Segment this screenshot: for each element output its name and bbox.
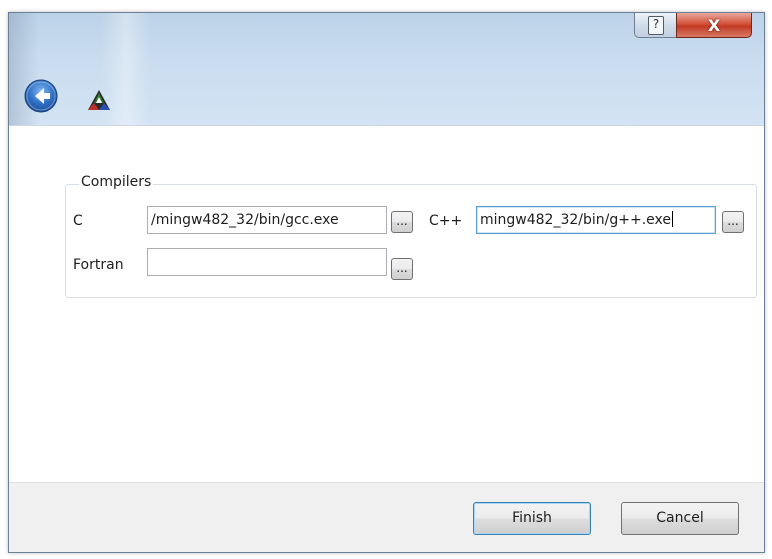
fortran-browse-button[interactable]: ... (391, 258, 413, 280)
c-label: C (73, 213, 83, 229)
wizard-page: Compilers C /mingw482_32/bin/gcc.exe ...… (9, 125, 764, 483)
help-icon: ? (648, 15, 664, 35)
fortran-compiler-field[interactable] (147, 248, 387, 276)
c-browse-button[interactable]: ... (391, 211, 413, 233)
wizard-window: ? X Compilers C /mingw482_32/bin/gcc.exe… (8, 12, 765, 553)
cpp-compiler-value: mingw482_32/bin/g++.exe (480, 212, 671, 228)
text-cursor (672, 211, 673, 227)
wizard-footer: Finish Cancel (9, 482, 764, 552)
app-logo-icon (88, 90, 110, 110)
cpp-label: C++ (429, 213, 463, 229)
cpp-browse-button[interactable]: ... (722, 211, 744, 233)
compilers-group (65, 184, 757, 298)
title-bar: ? X (9, 13, 764, 125)
cpp-compiler-field[interactable]: mingw482_32/bin/g++.exe (476, 206, 716, 234)
fortran-label: Fortran (73, 257, 124, 273)
close-button[interactable]: X (676, 13, 752, 38)
c-compiler-field[interactable]: /mingw482_32/bin/gcc.exe (147, 206, 387, 234)
cancel-button[interactable]: Cancel (621, 502, 739, 535)
back-arrow-icon[interactable] (24, 79, 58, 113)
group-title: Compilers (79, 174, 154, 190)
help-button[interactable]: ? (634, 13, 678, 38)
c-compiler-value: /mingw482_32/bin/gcc.exe (151, 212, 339, 228)
finish-button[interactable]: Finish (473, 502, 591, 535)
close-icon: X (707, 15, 721, 35)
